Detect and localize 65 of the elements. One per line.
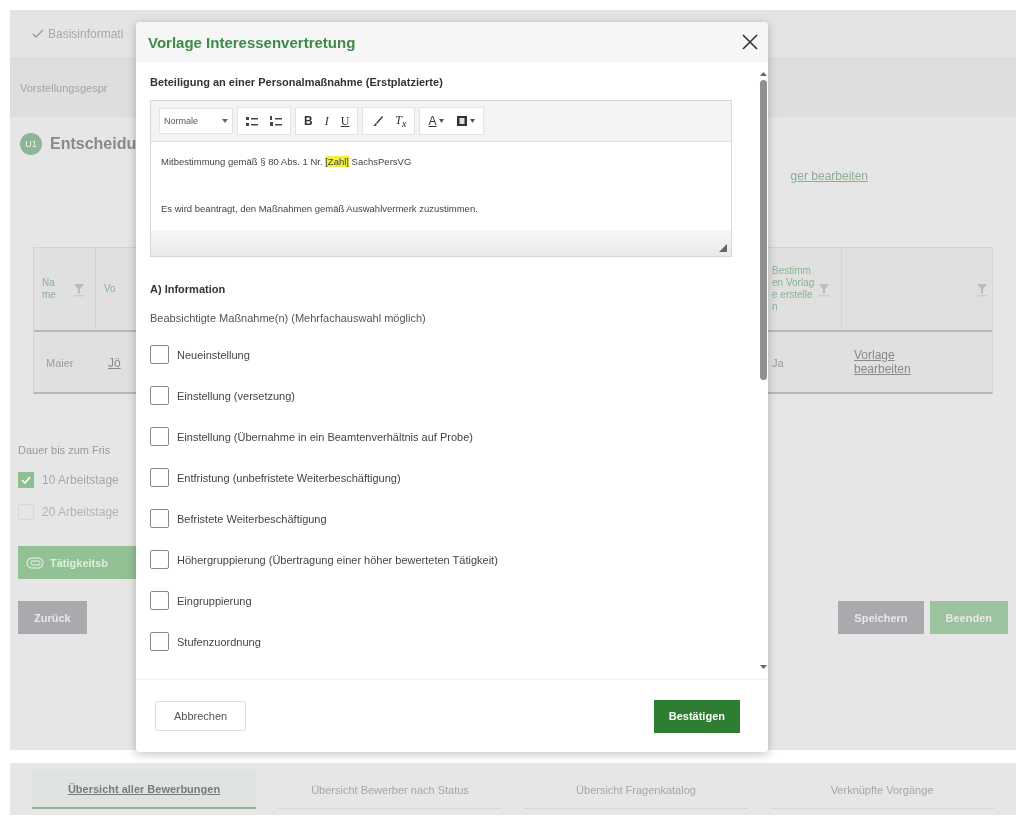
bottom-tab[interactable]: Übersicht aller Bewerbungen xyxy=(32,771,256,809)
bottom-tab[interactable]: Übersicht Bewerber nach Status xyxy=(278,771,502,809)
section-heading: Beteiligung an einer Personalmaßnahme (Erstplatzierte) xyxy=(150,76,444,88)
option-label: Stufenzuordnung xyxy=(177,635,261,648)
option-label: Neueinstellung xyxy=(177,348,250,361)
table-cell: Ja xyxy=(772,357,784,369)
scrollbar-thumb[interactable] xyxy=(759,80,767,380)
editor-text: Mitbestimmung gemäß § 80 Abs. 1 Nr. [Zahl] SachsPersVG xyxy=(161,156,413,167)
bottom-tab[interactable]: Übersicht Fragenkatalog xyxy=(524,771,748,809)
checkbox[interactable] xyxy=(150,468,169,487)
bullet-list-icon xyxy=(246,115,258,127)
subnav-tab[interactable]: Vorstellungsgespr xyxy=(20,82,108,94)
background-color-icon xyxy=(455,115,468,127)
step-label[interactable]: Basisinformati xyxy=(48,27,124,41)
numbered-list-icon xyxy=(270,115,282,127)
step-badge: U1 xyxy=(20,133,42,155)
dialog-title: Vorlage Interessenvertretung xyxy=(148,33,356,51)
hint-text: Beabsichtigte Maßnahme(n) (Mehrfachauswahl möglich) xyxy=(150,312,427,324)
check-icon xyxy=(21,475,31,485)
close-icon xyxy=(742,34,758,50)
close-button[interactable] xyxy=(742,34,758,50)
option-label: Einstellung (versetzung) xyxy=(177,389,295,402)
option-label: Befristete Weiterbeschäftigung xyxy=(177,512,327,525)
checkbox[interactable] xyxy=(150,345,169,364)
checkbox[interactable] xyxy=(150,427,169,446)
table-link[interactable]: Jö xyxy=(108,356,121,370)
column-header[interactable]: Bestimmen Vorlage erstellen xyxy=(772,265,816,313)
bold-button[interactable]: B xyxy=(300,110,317,132)
deadline-label: Dauer bis zum Fris xyxy=(18,444,112,456)
caret-icon xyxy=(438,119,444,123)
scroll-down-icon xyxy=(759,665,767,669)
checkbox[interactable] xyxy=(150,591,169,610)
section-heading: A) Information xyxy=(150,283,227,295)
italic-button[interactable]: I xyxy=(320,110,333,132)
option-label: Einstellung (Übernahme in ein Beamtenverhältnis auf Probe) xyxy=(177,430,473,443)
checkbox[interactable] xyxy=(150,509,169,528)
table-cell: Maier xyxy=(46,357,74,369)
column-header[interactable]: Name xyxy=(42,277,57,301)
option-label: Entfristung (unbefristete Weiterbeschäftigung) xyxy=(177,471,401,484)
caret-icon xyxy=(469,119,475,123)
bottom-tab[interactable]: Verknüpfte Vorgänge xyxy=(770,771,994,809)
cancel-button[interactable]: Abbrechen xyxy=(155,701,247,731)
column-header[interactable]: Vo xyxy=(104,283,116,295)
option-label: Eingruppierung xyxy=(177,594,252,607)
option-label: Höhergruppierung (Übertragung einer höher bewerteten Tätigkeit) xyxy=(177,553,498,566)
section-title: Entscheidu xyxy=(50,135,137,153)
confirm-button[interactable]: Bestätigen xyxy=(653,699,740,733)
finish-button[interactable]: Beenden xyxy=(929,601,1008,634)
checkbox[interactable] xyxy=(150,632,169,651)
editor-text: Es wird beantragt, den Maßnahmen gemäß Auswahlvermerk zuzustimmen. xyxy=(161,203,479,214)
save-button[interactable]: Speichern xyxy=(838,601,924,634)
paperclip-icon xyxy=(26,556,44,569)
format-dropdown[interactable]: Normale xyxy=(159,108,233,134)
option-label: 10 Arbeitstage xyxy=(42,473,119,487)
edit-link[interactable]: ger bearbeiten xyxy=(790,169,868,211)
caret-icon xyxy=(222,119,228,123)
back-button[interactable]: Zurück xyxy=(18,601,87,634)
checkbox[interactable] xyxy=(18,472,34,488)
brush-icon xyxy=(371,115,384,127)
checkbox[interactable] xyxy=(150,386,169,405)
scroll-up-icon xyxy=(759,72,767,76)
resize-handle-icon xyxy=(719,244,727,252)
table-link[interactable]: Vorlage bearbeiten xyxy=(854,347,924,376)
underline-button[interactable]: U xyxy=(336,110,354,132)
checkbox[interactable] xyxy=(150,550,169,569)
